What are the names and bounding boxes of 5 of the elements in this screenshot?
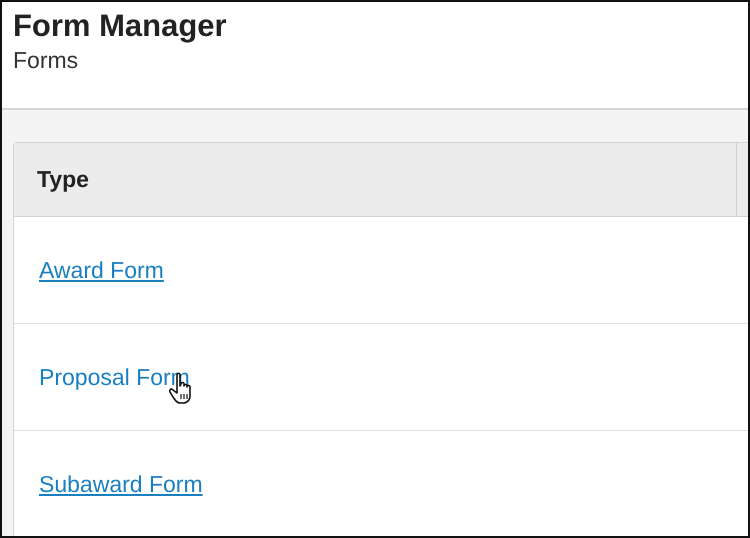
form-link[interactable]: Award Form [39,256,164,282]
column-label: Type [37,166,89,193]
page-title: Form Manager [13,8,228,44]
form-link[interactable]: Subaward Form [39,470,203,496]
page-subtitle: Forms [13,47,80,74]
